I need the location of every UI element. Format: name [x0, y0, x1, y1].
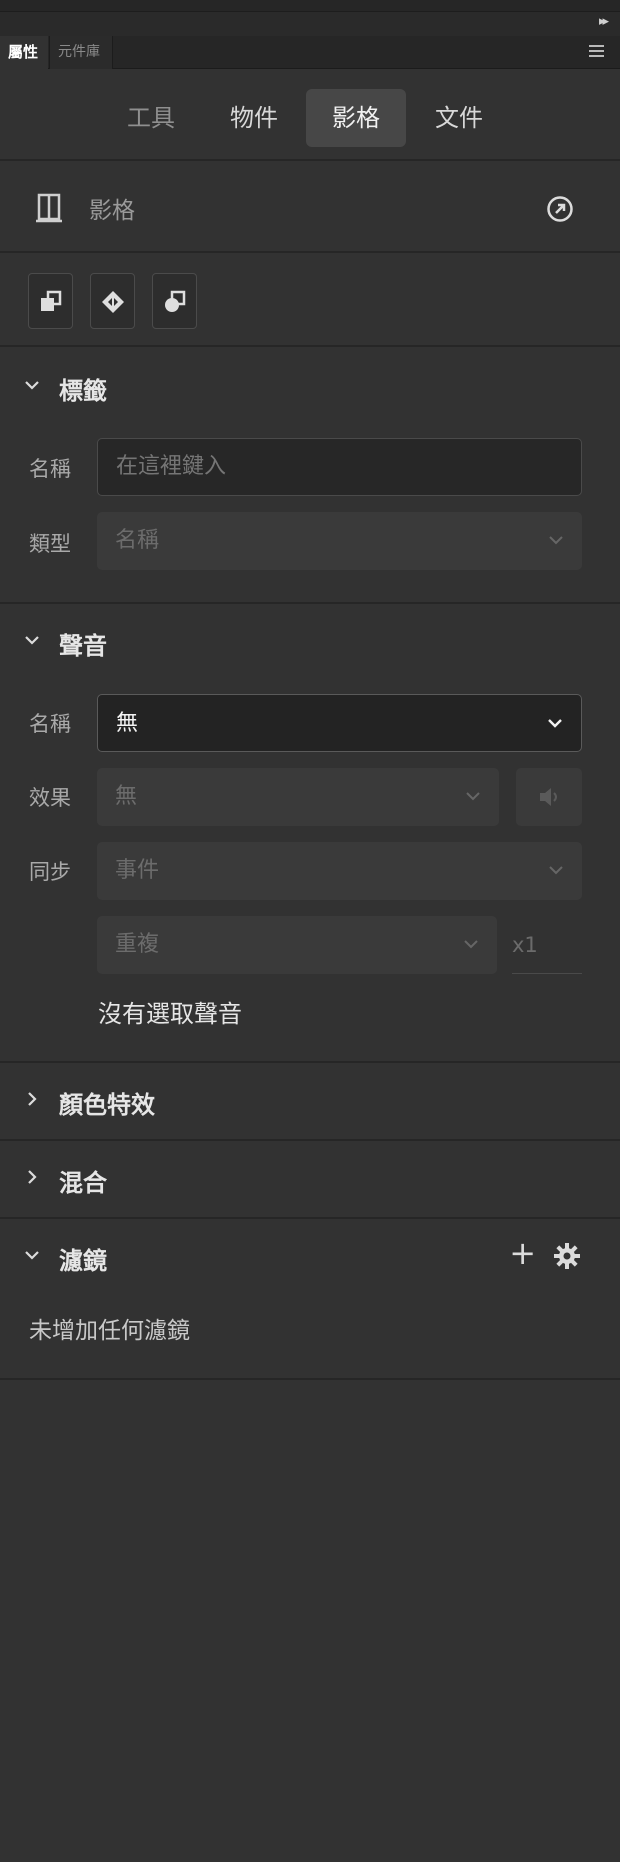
sound-name-label: 名稱 [29, 712, 71, 736]
frame-tween-button[interactable] [152, 273, 197, 329]
sound-sync-dropdown[interactable]: 事件 [97, 842, 582, 900]
panel-top-strip [0, 0, 620, 12]
swap-frame-button[interactable] [90, 273, 135, 329]
label-type-label: 類型 [29, 532, 71, 556]
chevron-down-icon [464, 940, 478, 949]
sound-name-dropdown[interactable]: 無 [97, 694, 582, 752]
chevron-down-icon [548, 719, 562, 728]
collapse-panel-icon[interactable]: ▸▸ [599, 14, 609, 29]
no-filters-message: 未增加任何濾鏡 [29, 1318, 190, 1344]
chevron-right-icon [28, 1092, 37, 1106]
segment-frame[interactable]: 影格 [306, 89, 406, 147]
chevron-down-icon [25, 636, 39, 645]
segment-tools[interactable]: 工具 [101, 89, 201, 147]
sound-effect-value: 無 [115, 784, 138, 809]
frame-tween-icon [165, 290, 186, 312]
frame-actions-row [0, 255, 620, 347]
sound-effect-label: 效果 [29, 786, 71, 810]
labels-section: 標籤 名稱 類型 名稱 [0, 349, 620, 604]
panel-tab-strip: 屬性 元件庫 [0, 36, 620, 69]
sound-section: 聲音 名稱 無 效果 無 同步 事件 重複 x1 沒有選取聲音 [0, 604, 620, 1063]
label-name-input[interactable] [97, 438, 582, 496]
chevron-right-icon [28, 1170, 37, 1184]
repeat-count-input[interactable]: x1 [512, 916, 582, 974]
tab-properties[interactable]: 屬性 [0, 36, 48, 69]
no-sound-message: 沒有選取聲音 [98, 1000, 242, 1028]
frame-header: 影格 [0, 163, 620, 253]
blend-section: 混合 [0, 1141, 620, 1219]
panel-menu-icon[interactable] [589, 45, 604, 59]
label-type-value: 名稱 [115, 528, 160, 553]
panel-collapse-bar: ▸▸ [0, 12, 620, 36]
sound-name-value: 無 [116, 711, 139, 736]
sound-repeat-dropdown[interactable]: 重複 [97, 916, 497, 974]
swap-icon [102, 291, 124, 313]
label-name-label: 名稱 [29, 457, 71, 481]
sound-repeat-value: 重複 [115, 932, 160, 957]
convert-keyframe-button[interactable] [28, 273, 73, 329]
chevron-down-icon [25, 1251, 39, 1260]
frame-icon [36, 193, 62, 223]
properties-panel: ▸▸ 屬性 元件庫 工具 物件 影格 文件 影格 標籤 名稱 在這裡鍵入 類型 … [0, 0, 620, 1862]
segment-object[interactable]: 物件 [204, 89, 304, 147]
chevron-down-icon [549, 536, 563, 545]
convert-keyframe-icon [41, 290, 62, 311]
label-type-dropdown[interactable]: 名稱 [97, 512, 582, 570]
edit-sound-envelope-button[interactable] [516, 768, 582, 826]
chevron-down-icon [466, 792, 480, 801]
color-effect-section: 顏色特效 [0, 1063, 620, 1141]
color-effect-section-title: 顏色特效 [59, 1091, 155, 1119]
sound-effect-dropdown[interactable]: 無 [97, 768, 499, 826]
filters-section: 濾鏡 + 未增加任何濾鏡 [0, 1219, 620, 1380]
segment-document[interactable]: 文件 [409, 89, 509, 147]
chevron-down-icon [25, 381, 39, 390]
blend-section-title: 混合 [59, 1169, 107, 1197]
sound-sync-label: 同步 [29, 860, 71, 884]
sound-sync-value: 事件 [115, 858, 160, 883]
go-to-frame-icon[interactable] [546, 195, 574, 223]
chevron-down-icon [549, 866, 563, 875]
speaker-icon [540, 788, 557, 806]
tab-library[interactable]: 元件庫 [49, 36, 113, 69]
add-filter-button[interactable]: + [509, 1237, 536, 1269]
sound-section-title: 聲音 [59, 632, 107, 660]
labels-section-title: 標籤 [59, 377, 107, 405]
filters-section-title: 濾鏡 [59, 1247, 107, 1275]
gear-icon[interactable] [554, 1243, 580, 1269]
frame-label: 影格 [89, 198, 135, 224]
segment-tabs: 工具 物件 影格 文件 [0, 69, 620, 161]
